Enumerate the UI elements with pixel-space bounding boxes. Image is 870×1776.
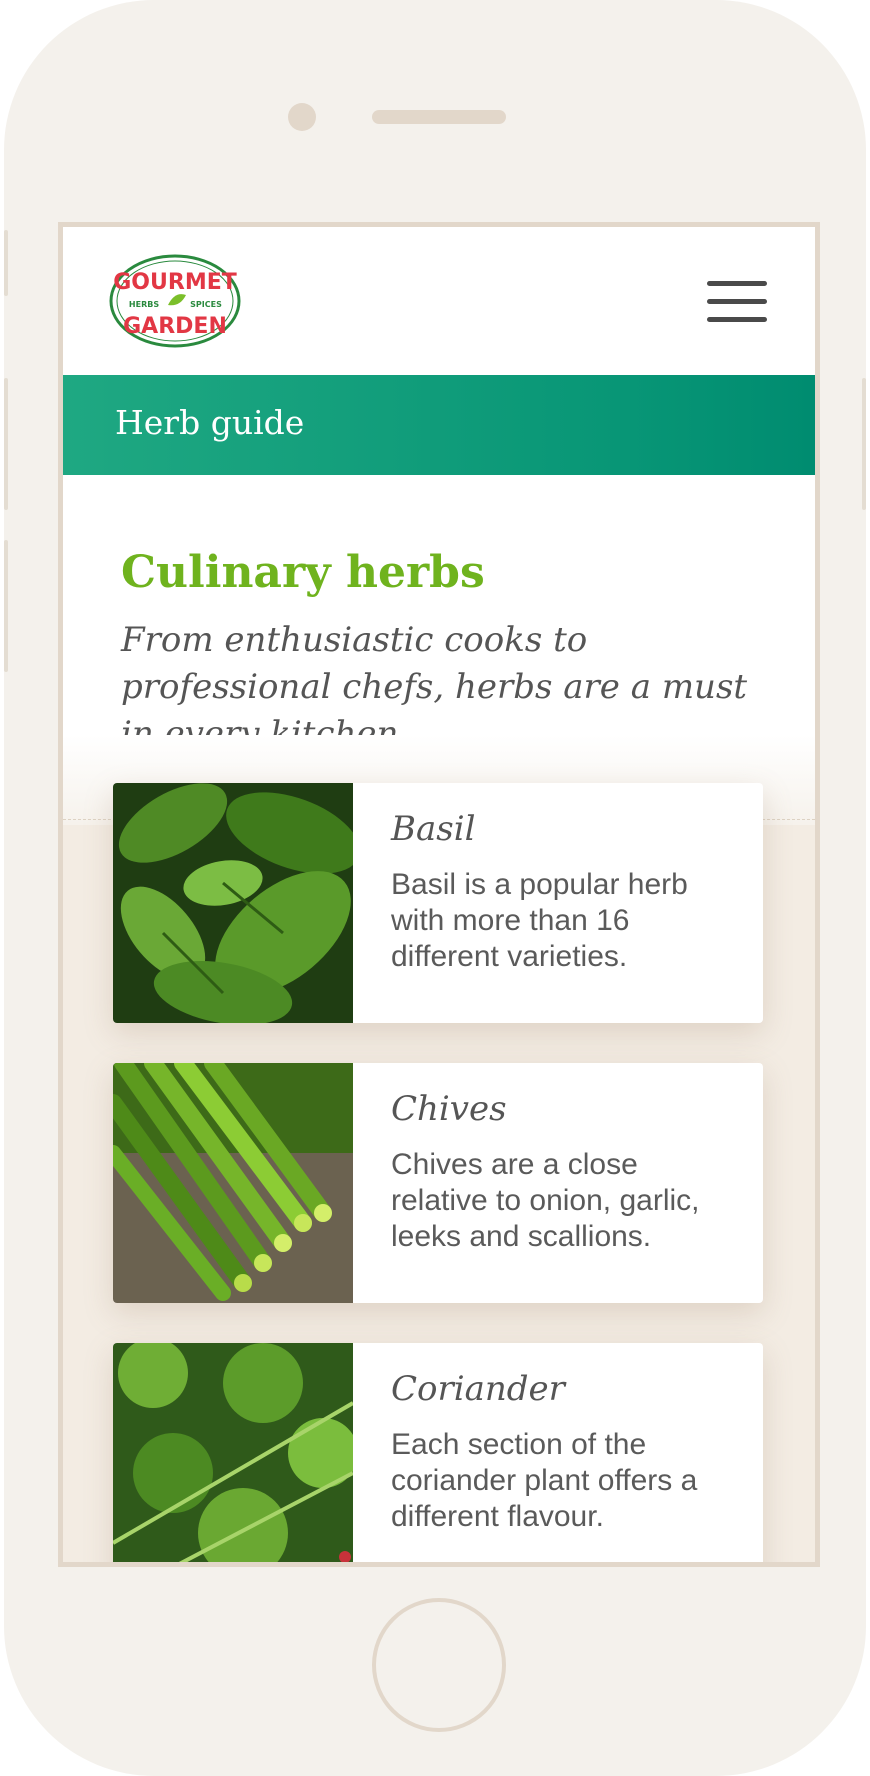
home-button[interactable] bbox=[372, 1598, 506, 1732]
gourmet-garden-logo[interactable]: GOURMET GARDEN HERBS SPICES bbox=[108, 253, 242, 349]
svg-text:HERBS: HERBS bbox=[129, 300, 159, 309]
speaker bbox=[372, 110, 506, 124]
side-button bbox=[4, 540, 8, 672]
herb-name: Basil bbox=[391, 809, 476, 849]
coriander-image bbox=[113, 1343, 353, 1562]
banner-title: Herb guide bbox=[115, 403, 305, 442]
herb-name: Coriander bbox=[391, 1369, 565, 1409]
herb-card-basil[interactable]: Basil Basil is a popular herb with more … bbox=[113, 783, 763, 1023]
svg-text:GARDEN: GARDEN bbox=[123, 314, 227, 339]
herb-card-coriander[interactable]: Coriander Each section of the coriander … bbox=[113, 1343, 763, 1562]
herb-card-chives[interactable]: Chives Chives are a close relative to on… bbox=[113, 1063, 763, 1303]
side-button bbox=[862, 378, 866, 510]
side-button bbox=[4, 378, 8, 510]
section-banner: Herb guide bbox=[63, 375, 815, 475]
side-button bbox=[4, 230, 8, 296]
phone-screen: GOURMET GARDEN HERBS SPICES Herb guide C… bbox=[58, 222, 820, 1567]
page-heading: Culinary herbs bbox=[121, 547, 485, 598]
hamburger-menu-icon[interactable] bbox=[707, 281, 767, 325]
chives-image bbox=[113, 1063, 353, 1303]
site-header: GOURMET GARDEN HERBS SPICES bbox=[63, 227, 815, 375]
svg-text:SPICES: SPICES bbox=[190, 300, 222, 309]
front-camera bbox=[288, 103, 316, 131]
phone-frame: GOURMET GARDEN HERBS SPICES Herb guide C… bbox=[4, 0, 866, 1776]
herb-description: Each section of the coriander plant offe… bbox=[391, 1428, 698, 1533]
herb-description: Chives are a close relative to onion, ga… bbox=[391, 1148, 700, 1253]
basil-image bbox=[113, 783, 353, 1023]
herb-name: Chives bbox=[391, 1089, 507, 1129]
svg-text:GOURMET: GOURMET bbox=[113, 270, 237, 295]
herb-description: Basil is a popular herb with more than 1… bbox=[391, 868, 688, 973]
